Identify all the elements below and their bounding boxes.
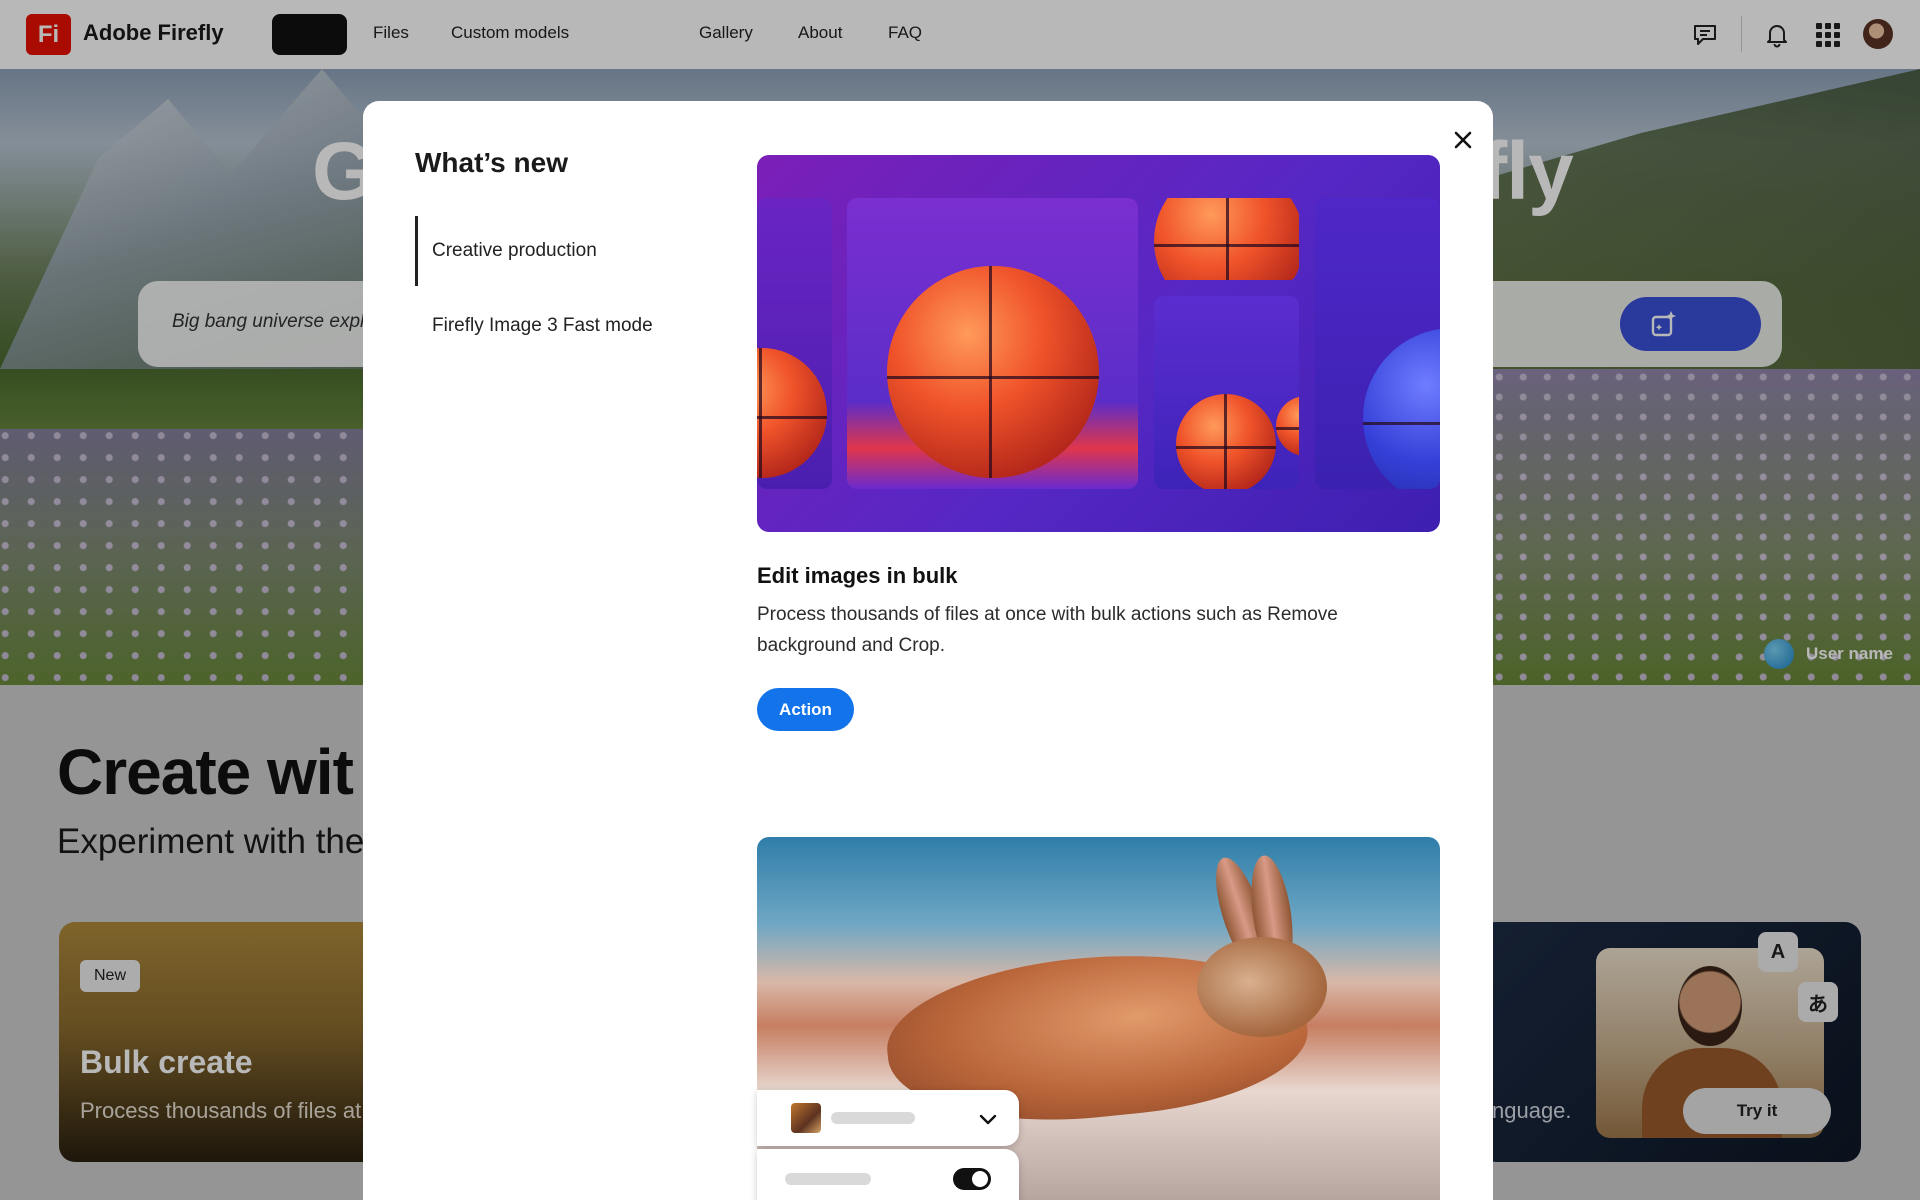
style-thumbnail <box>791 1103 821 1133</box>
action-button[interactable]: Action <box>757 688 854 731</box>
tile-bottom-right <box>1154 296 1299 489</box>
dialog-title: What’s new <box>415 147 568 178</box>
basketball-icon <box>757 348 827 478</box>
tile-left <box>757 198 832 489</box>
style-dropdown[interactable] <box>757 1090 1019 1146</box>
toggle-switch[interactable] <box>953 1168 991 1190</box>
feature-title: Edit images in bulk <box>757 563 958 588</box>
basketball-icon <box>1276 396 1299 456</box>
placeholder-bar <box>785 1173 871 1185</box>
basketball-icon <box>1363 328 1440 489</box>
basketball-icon <box>887 266 1099 478</box>
menu-item-creative-production[interactable]: Creative production <box>415 216 675 286</box>
menu-item-firefly-image-3-fast[interactable]: Firefly Image 3 Fast mode <box>415 291 675 361</box>
feature-description: Process thousands of files at once with … <box>757 604 1338 656</box>
placeholder-bar <box>831 1112 915 1124</box>
tile-main <box>847 198 1138 489</box>
toggle-row <box>757 1149 1019 1200</box>
chevron-down-icon <box>979 1114 997 1125</box>
feature-image-basketballs <box>757 155 1440 532</box>
close-icon <box>1454 131 1472 149</box>
close-button[interactable] <box>1446 123 1480 157</box>
hare-head <box>1197 937 1327 1037</box>
tile-top-right <box>1154 198 1299 280</box>
tile-far-right <box>1315 198 1440 489</box>
basketball-icon <box>1154 198 1299 280</box>
whats-new-dialog: What’s new Creative production Firefly I… <box>363 101 1493 1200</box>
basketball-icon <box>1176 394 1276 489</box>
